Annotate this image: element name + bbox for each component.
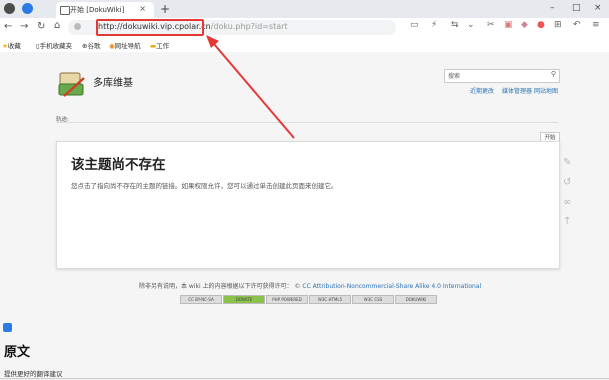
divider	[0, 378, 609, 379]
original-text-heading: 原文	[4, 345, 31, 360]
translate-icon[interactable]	[3, 323, 12, 332]
annotation-arrow	[206, 35, 295, 139]
feedback-link[interactable]: 提供更好的翻译建议	[4, 368, 63, 378]
